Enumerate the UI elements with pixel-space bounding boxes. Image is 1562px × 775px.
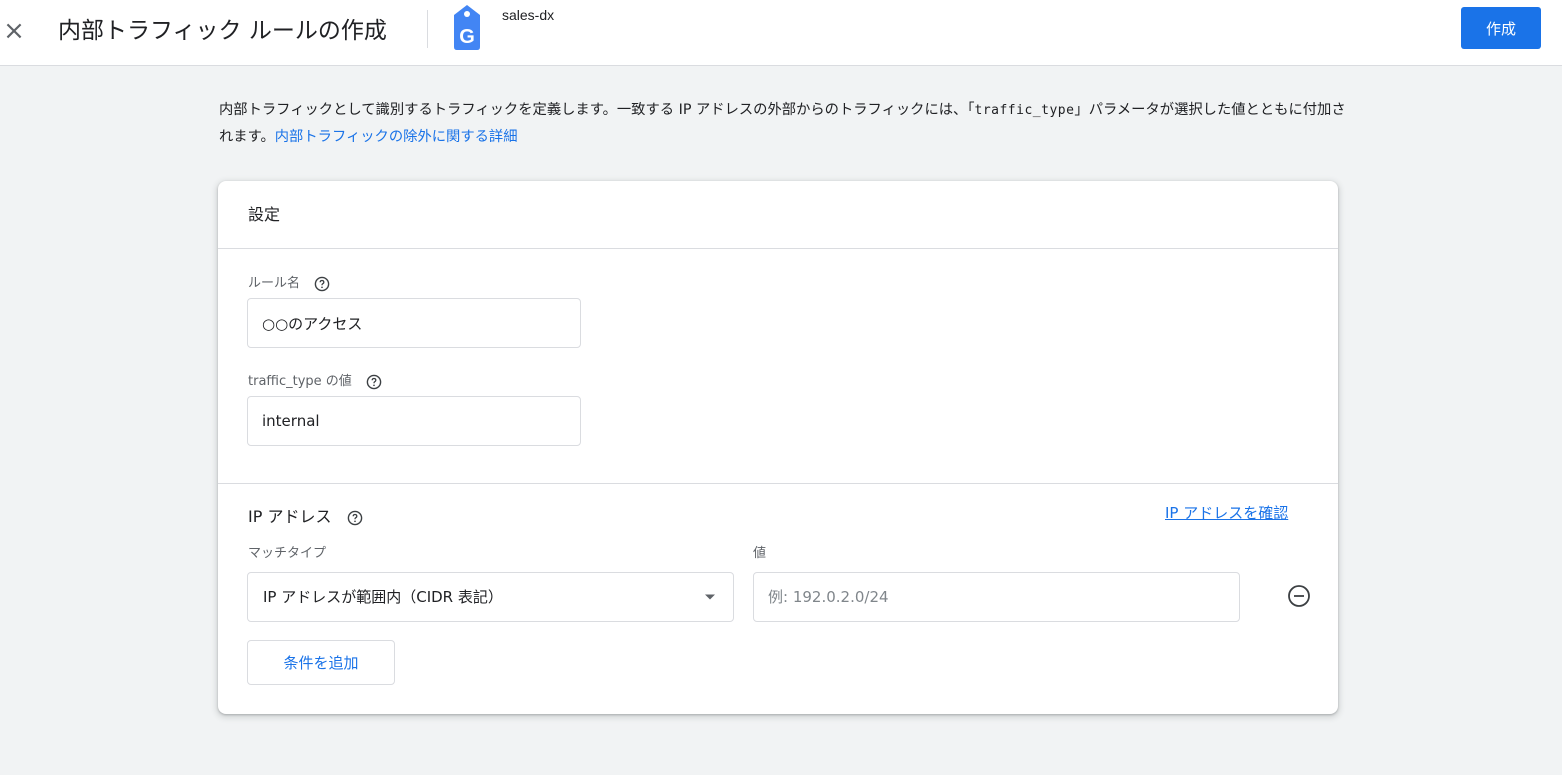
help-icon[interactable] (366, 374, 382, 390)
value-label: 値 (753, 546, 767, 561)
rule-name-label: ルール名 (248, 275, 330, 293)
rule-name-input[interactable] (247, 298, 581, 348)
learn-more-link[interactable]: 内部トラフィックの除外に関する詳細 (275, 129, 518, 145)
check-ip-address-link[interactable]: IP アドレスを確認 (1165, 501, 1288, 525)
add-condition-button[interactable]: 条件を追加 (247, 640, 395, 685)
settings-card: 設定 ルール名 traffic_type の値 IP アドレス IP アドレスを… (218, 181, 1338, 714)
rule-name-label-text: ルール名 (248, 276, 301, 291)
match-type-value: IP アドレスが範囲内（CIDR 表記） (263, 588, 503, 606)
ip-address-title-text: IP アドレス (248, 507, 332, 526)
traffic-type-input[interactable] (247, 396, 581, 446)
traffic-type-label: traffic_type の値 (248, 373, 382, 391)
settings-title: 設定 (248, 205, 281, 224)
description-part-1: 内部トラフィックとして識別するトラフィックを定義します。一致する IP アドレス… (219, 102, 975, 118)
help-icon[interactable] (314, 276, 330, 292)
remove-condition-icon[interactable] (1284, 581, 1314, 611)
google-analytics-tag-icon: G (454, 5, 480, 50)
help-icon[interactable] (347, 510, 363, 526)
property-letter: G (459, 26, 475, 48)
ip-value-input[interactable] (753, 572, 1240, 622)
traffic-type-label-text: traffic_type の値 (248, 374, 352, 389)
close-icon[interactable]: × (2, 16, 26, 48)
dropdown-arrow-icon (705, 594, 715, 600)
match-type-label: マッチタイプ (248, 546, 327, 561)
property-name[interactable]: sales-dx (502, 5, 554, 25)
top-app-bar: × 内部トラフィック ルールの作成 G sales-dx 作成 (0, 0, 1562, 66)
section-divider (218, 483, 1338, 484)
header-divider (427, 10, 428, 48)
page-title: 内部トラフィック ルールの作成 (58, 18, 387, 44)
match-type-select[interactable]: IP アドレスが範囲内（CIDR 表記） (247, 572, 734, 622)
create-button[interactable]: 作成 (1461, 7, 1541, 49)
description-text: 内部トラフィックとして識別するトラフィックを定義します。一致する IP アドレス… (219, 97, 1349, 151)
traffic-type-param: traffic_type (974, 103, 1075, 118)
ip-address-title: IP アドレス (248, 505, 363, 529)
settings-divider (218, 248, 1338, 249)
